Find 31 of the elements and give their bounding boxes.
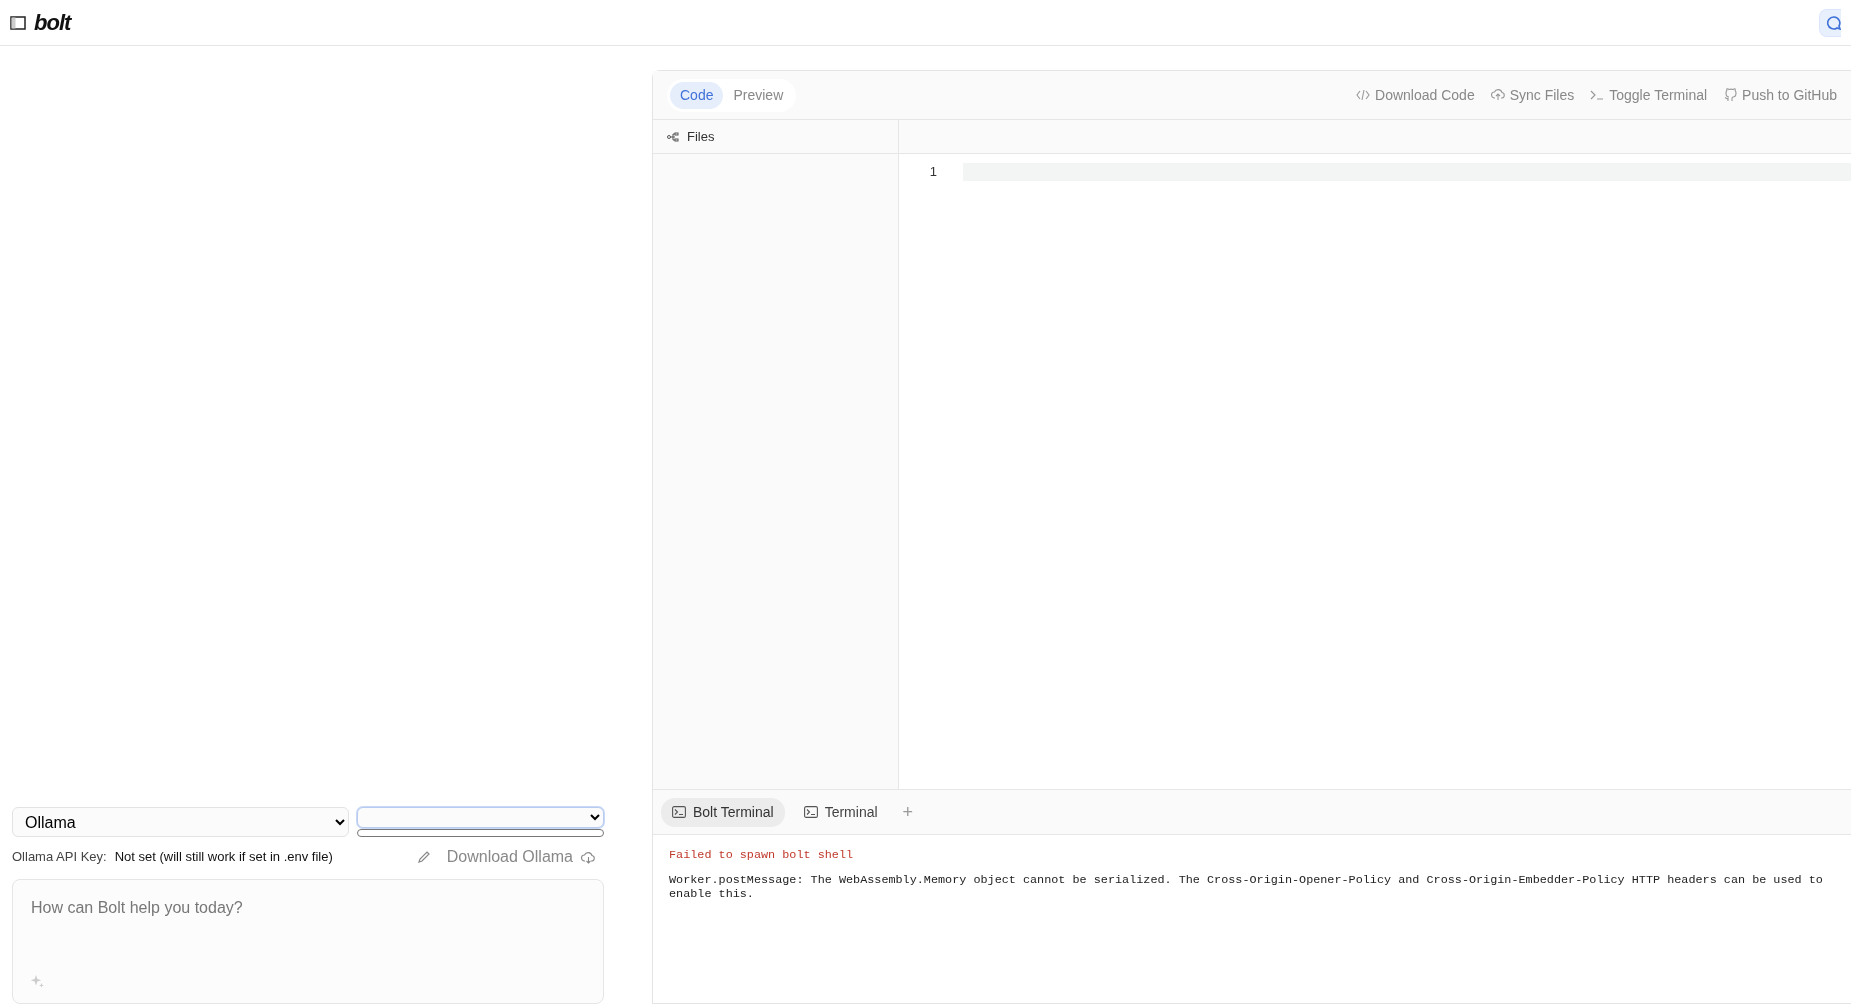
terminal-icon	[803, 806, 818, 818]
prompt-field[interactable]: How can Bolt help you today?	[29, 894, 587, 946]
api-key-label: Ollama API Key:	[12, 848, 107, 867]
terminal-output: Worker.postMessage: The WebAssembly.Memory object cannot be serialized. The Cross-Origin-Opener-Policy and Cross-Origin-Embedder-Policy HTTP headers can be used to enable this.	[669, 873, 1824, 901]
api-key-value: Not set (will still work if set in .env file)	[114, 848, 333, 867]
view-tab[interactable]: Code	[670, 81, 724, 109]
toolbar-button[interactable]: Sync Files	[1490, 84, 1575, 106]
chat-button[interactable]	[1819, 8, 1841, 37]
pencil-icon[interactable]	[416, 850, 431, 864]
download-link[interactable]: Download Ollama	[446, 845, 573, 869]
cloud-download-icon	[581, 850, 596, 864]
add-terminal-button[interactable]: +	[896, 803, 920, 821]
terminal-icon	[672, 806, 686, 818]
toolbar-button[interactable]: Toggle Terminal	[1590, 84, 1708, 106]
view-tab[interactable]: Preview	[723, 81, 794, 109]
toolbar-button[interactable]: Download Code	[1356, 84, 1475, 106]
terminal-tab[interactable]: Bolt Terminal	[661, 797, 785, 827]
chat-bubble-icon	[1827, 15, 1841, 30]
terminal-tab[interactable]: Terminal	[792, 797, 889, 827]
cloud-upload-icon	[1490, 88, 1505, 102]
prompt-box[interactable]: How can Bolt help you today?	[12, 879, 604, 1004]
sidebar-toggle-icon[interactable]	[10, 15, 26, 30]
error-message: Failed to spawn bolt shell	[669, 848, 855, 862]
toolbar-button[interactable]: Push to GitHub	[1723, 84, 1837, 106]
line-number: 1	[928, 163, 938, 181]
provider-select[interactable]: Ollama	[12, 807, 349, 837]
code-icon	[1356, 88, 1371, 102]
file-tree-icon	[667, 131, 679, 142]
files-title: Files	[687, 127, 715, 146]
terminal-icon	[1590, 88, 1605, 102]
logo: bolt	[34, 9, 71, 37]
